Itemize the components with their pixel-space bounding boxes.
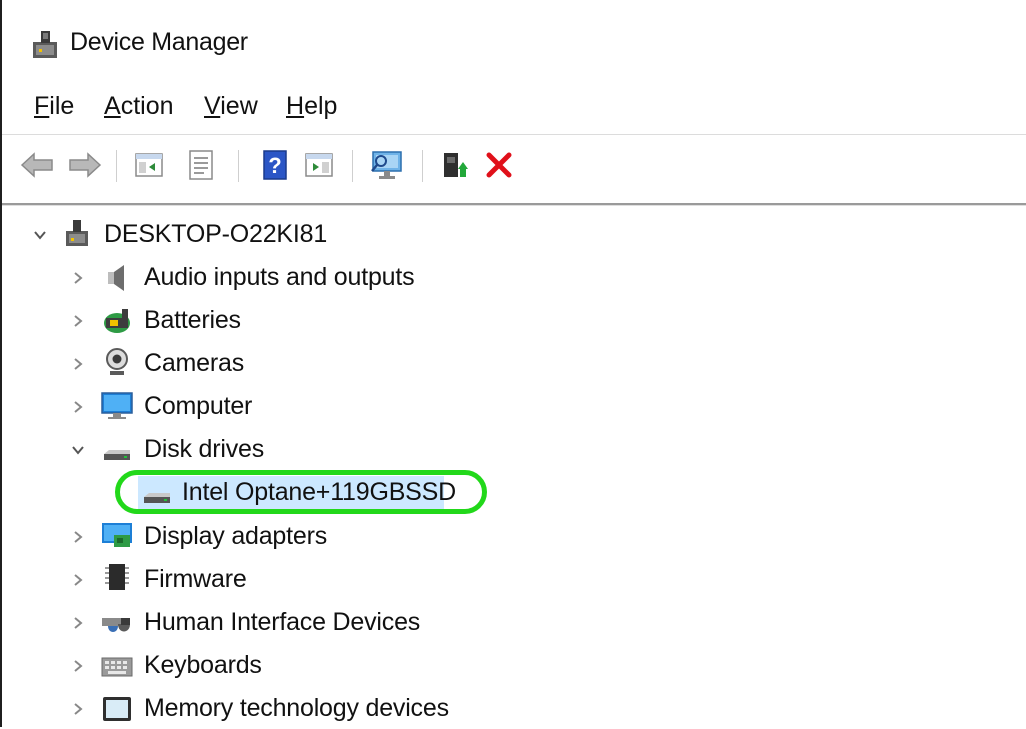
tree-item-label: Computer <box>144 392 253 420</box>
tree-item-label: Batteries <box>144 306 241 334</box>
toolbar-separator <box>116 150 117 182</box>
speaker-icon <box>108 265 124 291</box>
tree-item-batteries[interactable]: Batteries <box>2 301 1026 341</box>
chevron-right-icon[interactable] <box>70 658 86 674</box>
tree-item-audio-inputs-and-outputs[interactable]: Audio inputs and outputs <box>2 258 1026 298</box>
show-hide-console-tree-button[interactable] <box>130 146 168 184</box>
content-divider-light <box>2 205 1026 206</box>
properties-button[interactable] <box>182 146 220 184</box>
tree-item-computer[interactable]: Computer <box>2 387 1026 427</box>
scan-hardware-icon <box>371 151 402 179</box>
menu-view[interactable]: View <box>204 92 258 121</box>
svg-text:?: ? <box>268 153 281 178</box>
uninstall-device-button[interactable] <box>480 146 518 184</box>
title-bar: Device Manager <box>2 0 1026 82</box>
tree-item-label: Human Interface Devices <box>144 608 421 636</box>
camera-icon <box>106 348 128 375</box>
chevron-right-icon[interactable] <box>70 313 86 329</box>
menu-file-mnemonic: F <box>34 92 50 120</box>
menu-action-label: ction <box>120 92 174 120</box>
chevron-right-icon[interactable] <box>70 399 86 415</box>
back-button[interactable] <box>18 146 56 184</box>
hid-icon <box>102 618 130 632</box>
uninstall-device-icon <box>486 152 512 178</box>
battery-icon <box>104 309 130 333</box>
monitor-icon <box>101 392 133 419</box>
chevron-right-icon[interactable] <box>70 270 86 286</box>
chevron-right-icon[interactable] <box>70 529 86 545</box>
scan-hardware-button[interactable] <box>368 146 406 184</box>
show-hide-console-tree-icon <box>135 153 163 177</box>
chevron-right-icon[interactable] <box>70 701 86 717</box>
toolbar-divider <box>2 134 1026 135</box>
menu-action[interactable]: Action <box>104 92 174 121</box>
computer-tower-icon <box>66 220 88 246</box>
chevron-down-icon[interactable] <box>70 442 86 458</box>
tree-item-display-adapters[interactable]: Display adapters <box>2 517 1026 557</box>
toolbar: ? <box>2 140 1026 196</box>
tree-item-cameras[interactable]: Cameras <box>2 344 1026 384</box>
toolbar-separator <box>238 150 239 182</box>
help-icon: ? <box>263 150 287 180</box>
menu-help[interactable]: Help <box>286 92 337 121</box>
tree-item-label: Keyboards <box>144 651 262 679</box>
tree-item-keyboards[interactable]: Keyboards <box>2 646 1026 686</box>
update-driver-button[interactable] <box>436 146 474 184</box>
menu-file[interactable]: File <box>34 92 74 121</box>
menu-help-label: elp <box>304 92 338 120</box>
tree-root-label: DESKTOP-O22KI81 <box>104 220 328 248</box>
menu-view-label: iew <box>220 92 258 120</box>
tree-item-label: Disk drives <box>144 435 265 463</box>
tree-item-label: Memory technology devices <box>144 694 449 722</box>
chevron-right-icon[interactable] <box>70 356 86 372</box>
toolbar-separator <box>422 150 423 182</box>
device-manager-app-icon <box>33 31 57 58</box>
annotation-highlight-ring <box>115 470 487 514</box>
disk-drive-icon <box>104 450 130 460</box>
tree-item-label: Firmware <box>144 565 247 593</box>
properties-icon <box>189 150 213 180</box>
tree-item-label: Display adapters <box>144 522 328 550</box>
show-action-pane-icon <box>305 153 333 177</box>
display-adapter-icon <box>102 523 132 547</box>
tree-item-label: Audio inputs and outputs <box>144 263 415 291</box>
menu-help-mnemonic: H <box>286 92 305 120</box>
show-action-pane-button[interactable] <box>300 146 338 184</box>
menu-view-mnemonic: V <box>204 92 221 120</box>
tree-item-disk-drives[interactable]: Disk drives <box>2 430 1026 470</box>
forward-icon <box>69 152 102 178</box>
toolbar-separator <box>352 150 353 182</box>
tree-item-memory-technology-devices[interactable]: Memory technology devices <box>2 689 1026 729</box>
update-driver-icon <box>444 153 468 177</box>
chevron-right-icon[interactable] <box>70 615 86 631</box>
keyboard-icon <box>101 657 133 677</box>
tree-root[interactable]: DESKTOP-O22KI81 <box>2 215 1026 255</box>
chevron-down-icon[interactable] <box>32 227 48 243</box>
tree-item-label: Cameras <box>144 349 245 377</box>
device-manager-window: Device Manager File Action View Help ? D… <box>0 0 1026 727</box>
chevron-right-icon[interactable] <box>70 572 86 588</box>
tree-item-firmware[interactable]: Firmware <box>2 560 1026 600</box>
menu-file-label: ile <box>49 92 75 120</box>
help-button[interactable]: ? <box>256 146 294 184</box>
menu-action-mnemonic: A <box>104 92 121 120</box>
back-icon <box>20 152 53 178</box>
menu-bar: File Action View Help <box>2 86 1026 132</box>
window-title: Device Manager <box>70 28 248 56</box>
tree-item-human-interface-devices[interactable]: Human Interface Devices <box>2 603 1026 643</box>
memory-device-icon <box>103 697 131 721</box>
firmware-chip-icon <box>105 564 129 590</box>
forward-button[interactable] <box>66 146 104 184</box>
